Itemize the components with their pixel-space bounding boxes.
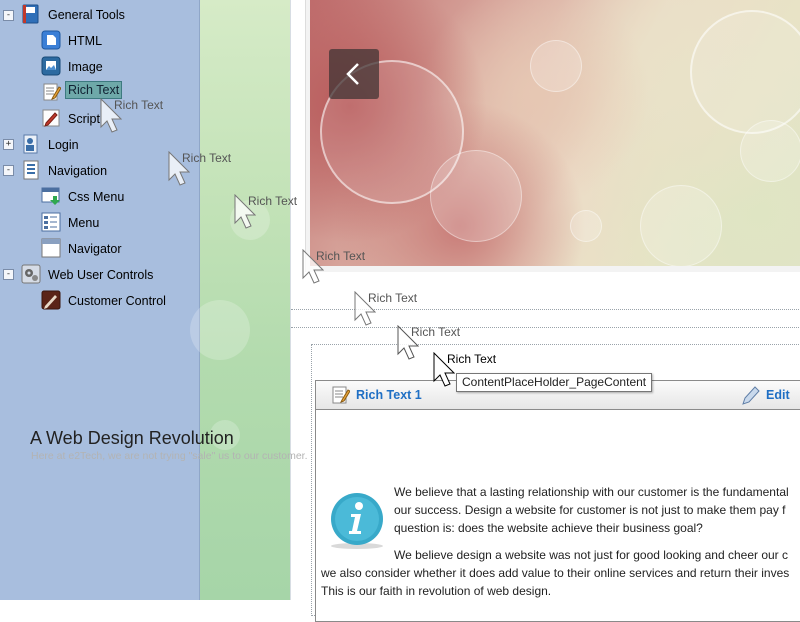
bokeh-bubble xyxy=(530,40,582,92)
drop-target-tooltip: ContentPlaceHolder_PageContent xyxy=(456,373,653,392)
toolbox-item-image[interactable]: Image xyxy=(68,59,103,75)
login-icon xyxy=(23,134,38,154)
menu-icon xyxy=(41,212,61,232)
pencil-icon[interactable] xyxy=(740,385,760,407)
bokeh-bubble xyxy=(690,10,800,134)
group-label-web-user-controls[interactable]: Web User Controls xyxy=(48,267,153,283)
general-tools-expander[interactable]: - xyxy=(3,10,14,21)
login-expander[interactable]: + xyxy=(3,139,14,150)
toolbox-item-html[interactable]: HTML xyxy=(68,33,102,49)
bokeh-bubble xyxy=(570,210,602,242)
paragraph-line: we also consider whether it does add val… xyxy=(321,566,790,580)
script-icon xyxy=(42,109,60,127)
customer-control-icon xyxy=(41,290,61,310)
group-label-navigation[interactable]: Navigation xyxy=(48,163,107,179)
toolbox-panel: - General Tools HTML Image Rich Text Scr… xyxy=(0,0,200,600)
toolbox-item-navigator[interactable]: Navigator xyxy=(68,241,122,257)
edit-button[interactable]: Edit xyxy=(766,388,790,402)
zone-divider xyxy=(291,309,800,310)
slider-prev-button[interactable] xyxy=(329,49,379,99)
toolbox-item-customer-control[interactable]: Customer Control xyxy=(68,293,166,309)
web-user-controls-icon xyxy=(21,264,41,284)
page-background-band xyxy=(190,0,290,600)
slider-frame xyxy=(305,0,800,272)
general-tools-icon xyxy=(22,4,39,24)
toolbox-item-css-menu[interactable]: Css Menu xyxy=(68,189,124,205)
article-subtitle: Here at e2Tech, we are not trying "sale"… xyxy=(31,450,308,462)
toolbox-item-script[interactable]: Script xyxy=(68,111,100,127)
bokeh-bubble xyxy=(740,120,800,182)
paragraph-line: our success. Design a website for custom… xyxy=(394,503,786,517)
paragraph-line: We believe design a website was not just… xyxy=(394,548,789,562)
paragraph-line: We believe that a lasting relationship w… xyxy=(394,485,789,499)
bokeh-circle xyxy=(190,300,250,360)
zone-divider xyxy=(291,327,800,328)
web-user-controls-expander[interactable]: - xyxy=(3,269,14,280)
rich-text-icon xyxy=(43,83,61,101)
group-label-login[interactable]: Login xyxy=(48,137,79,153)
group-label-general-tools[interactable]: General Tools xyxy=(48,7,125,23)
navigation-icon xyxy=(23,160,39,180)
webpart-title[interactable]: Rich Text 1 xyxy=(356,388,422,402)
html-icon xyxy=(41,30,61,50)
paragraph-line: This is our faith in revolution of web d… xyxy=(321,584,552,598)
chevron-left-icon xyxy=(346,63,359,85)
toolbox-item-menu[interactable]: Menu xyxy=(68,215,99,231)
bokeh-bubble xyxy=(430,150,522,242)
bokeh-circle xyxy=(230,200,270,240)
navigator-icon xyxy=(41,238,61,258)
article-title: A Web Design Revolution xyxy=(30,428,234,448)
toolbox-item-rich-text[interactable]: Rich Text xyxy=(65,81,123,99)
rich-text-icon xyxy=(332,386,350,404)
paragraph-line: question is: does the website achieve th… xyxy=(394,521,703,535)
navigation-expander[interactable]: - xyxy=(3,165,14,176)
image-icon xyxy=(41,56,61,76)
info-icon xyxy=(331,493,383,549)
image-slider xyxy=(310,0,800,266)
bokeh-bubble xyxy=(640,185,722,266)
css-menu-icon xyxy=(41,187,60,205)
